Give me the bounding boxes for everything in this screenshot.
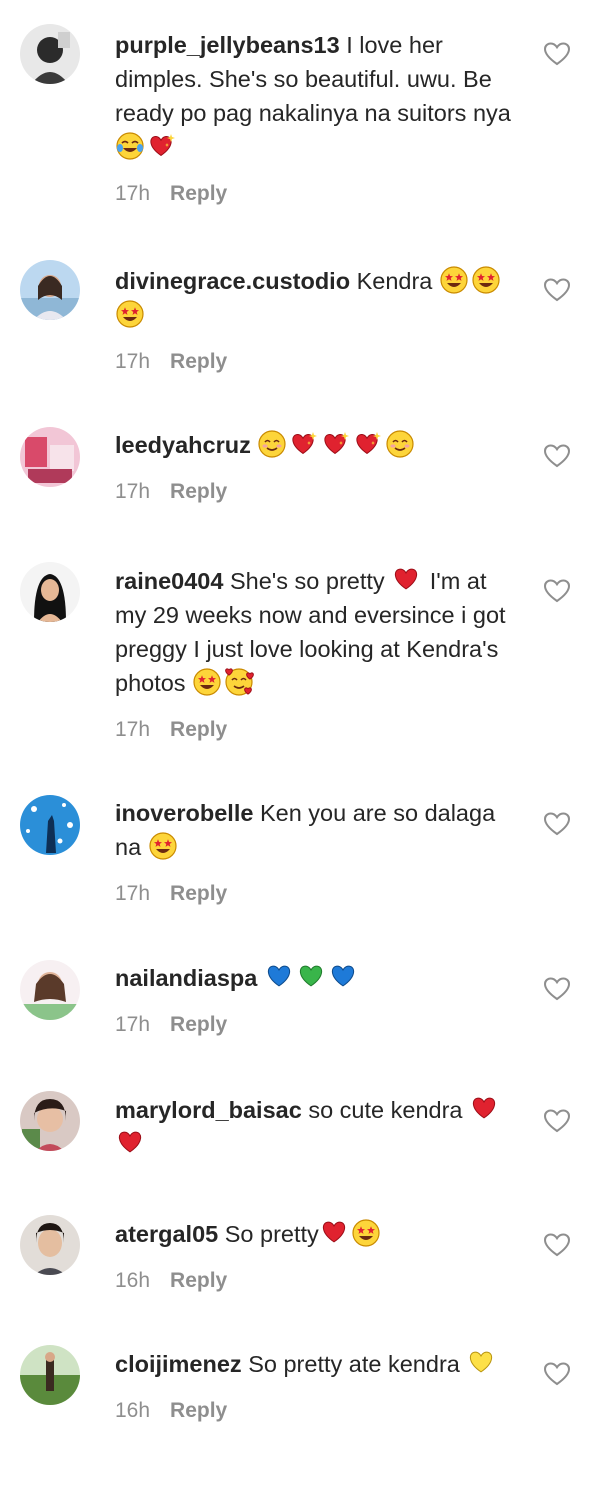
comment-username[interactable]: inoverobelle <box>115 800 253 826</box>
avatar[interactable] <box>20 960 80 1020</box>
comment-meta: 16h Reply <box>115 1397 515 1425</box>
avatar[interactable] <box>20 24 80 84</box>
sparkling-heart-icon <box>353 429 383 459</box>
comment-text: inoverobelle Ken you are so dalaga na <box>115 796 515 864</box>
smiling-face-with-hearts-icon <box>224 667 254 697</box>
comment-text-segment: So pretty ate kendra <box>241 1351 467 1377</box>
comment-text: nailandiaspa <box>115 961 515 995</box>
reply-button[interactable]: Reply <box>170 350 227 373</box>
green-heart-icon <box>296 962 326 992</box>
comment-meta: 17h Reply <box>115 1011 515 1039</box>
comment-text-segment: so cute kendra <box>301 1097 470 1123</box>
comment-meta: 17h Reply <box>115 180 515 208</box>
like-heart-icon[interactable] <box>544 1362 570 1386</box>
blue-heart-icon <box>328 962 358 992</box>
comment-timestamp: 17h <box>115 882 151 905</box>
comment-body: divinegrace.custodio Kendra 17h Reply <box>115 264 515 376</box>
comment-text: atergal05 So pretty <box>115 1217 515 1251</box>
comment-body: inoverobelle Ken you are so dalaga na 17… <box>115 796 515 908</box>
comment-body: atergal05 So pretty 16h Reply <box>115 1217 515 1295</box>
comment-meta: 17h Reply <box>115 348 515 376</box>
comment-meta: 17h Reply <box>115 880 515 908</box>
star-struck-icon <box>351 1218 381 1248</box>
star-struck-icon <box>471 265 501 295</box>
avatar[interactable] <box>20 795 80 855</box>
like-heart-icon[interactable] <box>544 579 570 603</box>
comment-text: cloijimenez So pretty ate kendra <box>115 1347 515 1381</box>
face-with-tears-of-joy-icon <box>115 131 145 161</box>
comment-body: cloijimenez So pretty ate kendra 16h Repl… <box>115 1347 515 1425</box>
comment-timestamp: 17h <box>115 1013 151 1036</box>
red-heart-icon <box>115 1128 145 1158</box>
reply-button[interactable]: Reply <box>170 1399 227 1422</box>
comment-text: raine0404 She's so pretty I'm at my 29 w… <box>115 564 515 700</box>
sparkling-heart-icon <box>321 429 351 459</box>
comment-meta: 17h Reply <box>115 716 515 744</box>
comment-meta: 17h Reply <box>115 478 515 506</box>
comment-text-segment: She's so pretty <box>223 568 392 594</box>
reply-button[interactable]: Reply <box>170 882 227 905</box>
avatar[interactable] <box>20 562 80 622</box>
like-heart-icon[interactable] <box>544 444 570 468</box>
comment-username[interactable]: marylord_baisac <box>115 1097 302 1123</box>
red-heart-icon <box>391 565 421 595</box>
avatar[interactable] <box>20 260 80 320</box>
like-heart-icon[interactable] <box>544 977 570 1001</box>
comment-timestamp: 16h <box>115 1269 151 1292</box>
yellow-heart-icon <box>466 1348 496 1378</box>
reply-button[interactable]: Reply <box>170 480 227 503</box>
like-heart-icon[interactable] <box>544 42 570 66</box>
star-struck-icon <box>192 667 222 697</box>
comment-username[interactable]: divinegrace.custodio <box>115 268 350 294</box>
comment-text-segment: Kendra <box>350 268 439 294</box>
reply-button[interactable]: Reply <box>170 182 227 205</box>
comment-timestamp: 17h <box>115 182 151 205</box>
comment-text: marylord_baisac so cute kendra <box>115 1093 515 1161</box>
reply-button[interactable]: Reply <box>170 1269 227 1292</box>
comment-timestamp: 16h <box>115 1399 151 1422</box>
comment-username[interactable]: purple_jellybeans13 <box>115 32 340 58</box>
sparkling-heart-icon <box>289 429 319 459</box>
comment-body: raine0404 She's so pretty I'm at my 29 w… <box>115 564 515 744</box>
like-heart-icon[interactable] <box>544 812 570 836</box>
comment-timestamp: 17h <box>115 350 151 373</box>
reply-button[interactable]: Reply <box>170 1013 227 1036</box>
comment-body: leedyahcruz 17h Reply <box>115 428 515 506</box>
comment-timestamp: 17h <box>115 480 151 503</box>
comment-username[interactable]: raine0404 <box>115 568 223 594</box>
star-struck-icon <box>439 265 469 295</box>
reply-button[interactable]: Reply <box>170 718 227 741</box>
comment-username[interactable]: leedyahcruz <box>115 432 251 458</box>
comment-meta: 16h Reply <box>115 1267 515 1295</box>
comment-text: divinegrace.custodio Kendra <box>115 264 515 332</box>
comment-text-segment: So pretty <box>218 1221 319 1247</box>
comment-text: purple_jellybeans13 I love her dimples. … <box>115 28 515 164</box>
avatar[interactable] <box>20 427 80 487</box>
comment-username[interactable]: nailandiaspa <box>115 965 257 991</box>
avatar[interactable] <box>20 1345 80 1405</box>
comment-username[interactable]: cloijimenez <box>115 1351 242 1377</box>
red-heart-icon <box>319 1218 349 1248</box>
like-heart-icon[interactable] <box>544 278 570 302</box>
comment-username[interactable]: atergal05 <box>115 1221 218 1247</box>
smiling-face-icon <box>385 429 415 459</box>
comment-timestamp: 17h <box>115 718 151 741</box>
comment-body: nailandiaspa 17h Reply <box>115 961 515 1039</box>
sparkling-heart-icon <box>147 131 177 161</box>
comment-text: leedyahcruz <box>115 428 515 462</box>
like-heart-icon[interactable] <box>544 1233 570 1257</box>
smiling-face-icon <box>257 429 287 459</box>
avatar[interactable] <box>20 1215 80 1275</box>
blue-heart-icon <box>264 962 294 992</box>
star-struck-icon <box>115 299 145 329</box>
like-heart-icon[interactable] <box>544 1109 570 1133</box>
avatar[interactable] <box>20 1091 80 1151</box>
comment-body: marylord_baisac so cute kendra <box>115 1093 515 1161</box>
comment-body: purple_jellybeans13 I love her dimples. … <box>115 28 515 208</box>
star-struck-icon <box>148 831 178 861</box>
red-heart-icon <box>469 1094 499 1124</box>
